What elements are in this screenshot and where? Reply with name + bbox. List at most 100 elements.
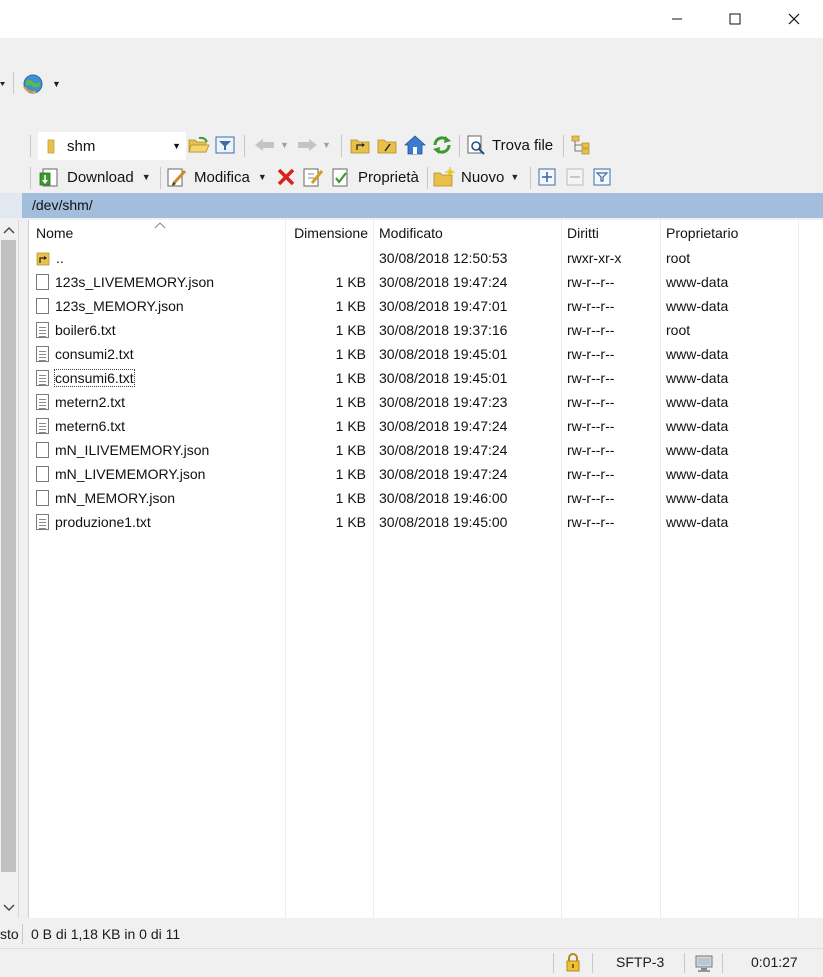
- dropdown-caret-fragment[interactable]: [0, 77, 6, 91]
- unselect-files-button[interactable]: [566, 161, 584, 193]
- file-name-cell[interactable]: metern2.txt: [36, 390, 284, 414]
- root-directory-icon: [377, 139, 397, 154]
- refresh-button[interactable]: [432, 129, 452, 161]
- scroll-down-chevron-icon[interactable]: [3, 904, 15, 912]
- edit-button[interactable]: Modifica ▼: [166, 161, 267, 193]
- file-modified: 30/08/2018 19:45:01: [379, 346, 508, 362]
- table-row[interactable]: 123s_LIVEMEMORY.json 1 KB 30/08/2018 19:47…: [29, 270, 823, 294]
- file-name-cell[interactable]: produzione1.txt: [36, 510, 284, 534]
- file-name-cell[interactable]: ..: [36, 246, 284, 270]
- folder-dropdown[interactable]: shm ▼: [38, 132, 186, 160]
- find-files-label: Trova file: [492, 136, 554, 154]
- edit-icon: [167, 168, 187, 187]
- maximize-button[interactable]: [706, 0, 764, 38]
- properties-button[interactable]: Proprietà: [330, 161, 419, 193]
- table-row[interactable]: metern6.txt 1 KB 30/08/2018 19:47:24 rw-r--…: [29, 414, 823, 438]
- file-name: mN_ILIVEMEMORY.json: [55, 442, 210, 458]
- current-path: /dev/shm/: [32, 197, 93, 213]
- close-button[interactable]: [765, 0, 823, 38]
- new-button[interactable]: Nuovo ▼: [433, 161, 519, 193]
- column-header-size-label: Dimensione: [294, 225, 368, 241]
- status-bar-connection: SFTP-3 0:01:27: [0, 948, 823, 977]
- column-header-size[interactable]: Dimensione: [285, 220, 368, 246]
- file-name-cell[interactable]: mN_LIVEMEMORY.json: [36, 462, 284, 486]
- file-modified: 30/08/2018 19:47:01: [379, 298, 508, 314]
- toolbar-separator: [13, 72, 14, 94]
- new-dropdown-chevron-icon[interactable]: ▼: [510, 172, 519, 182]
- file-modified: 30/08/2018 19:46:00: [379, 490, 508, 506]
- selection-status: 0 B di 1,18 KB in 0 di 11: [31, 926, 181, 942]
- file-size: 1 KB: [335, 490, 366, 506]
- table-row[interactable]: mN_ILIVEMEMORY.json 1 KB 30/08/2018 19:47:…: [29, 438, 823, 462]
- table-row[interactable]: produzione1.txt 1 KB 30/08/2018 19:45:00 rw…: [29, 510, 823, 534]
- rename-button[interactable]: [302, 161, 324, 193]
- file-icon: [36, 274, 49, 290]
- file-name-cell[interactable]: boiler6.txt: [36, 318, 284, 342]
- file-owner: www-data: [666, 298, 729, 314]
- delete-button[interactable]: [276, 161, 296, 193]
- minimize-icon: [672, 18, 682, 20]
- file-size: 1 KB: [335, 394, 366, 410]
- back-button[interactable]: ▼: [254, 129, 289, 161]
- file-modified: 30/08/2018 19:47:23: [379, 394, 508, 410]
- column-header-owner-label: Proprietario: [666, 225, 739, 241]
- root-directory-button[interactable]: [377, 129, 397, 161]
- file-icon: [36, 466, 49, 482]
- file-name: mN_MEMORY.json: [55, 490, 176, 506]
- lock-icon[interactable]: [565, 953, 581, 972]
- file-name: 123s_LIVEMEMORY.json: [55, 274, 215, 290]
- minimize-button[interactable]: [648, 0, 706, 38]
- column-header-rights[interactable]: Diritti: [567, 220, 657, 246]
- file-name-cell[interactable]: consumi2.txt: [36, 342, 284, 366]
- table-row[interactable]: consumi6.txt 1 KB 30/08/2018 19:45:01 rw-r-…: [29, 366, 823, 390]
- scroll-up-chevron-icon[interactable]: [3, 226, 15, 234]
- column-header-name[interactable]: Nome: [36, 220, 284, 246]
- tree-view-button[interactable]: [571, 129, 593, 161]
- column-header-name-label: Nome: [36, 225, 74, 241]
- file-name-cell[interactable]: 123s_MEMORY.json: [36, 294, 284, 318]
- parent-directory-icon: [36, 252, 50, 266]
- table-row[interactable]: .. 30/08/2018 12:50:53 rwxr-xr-x root: [29, 246, 823, 270]
- file-name: metern2.txt: [55, 394, 126, 410]
- table-row[interactable]: mN_MEMORY.json 1 KB 30/08/2018 19:46:00 rw-…: [29, 486, 823, 510]
- table-row[interactable]: boiler6.txt 1 KB 30/08/2018 19:37:16 rw-r--…: [29, 318, 823, 342]
- download-dropdown-chevron-icon[interactable]: ▼: [142, 172, 151, 182]
- filter-button[interactable]: [215, 129, 235, 161]
- file-name: metern6.txt: [55, 418, 126, 434]
- parent-directory-button[interactable]: [350, 129, 370, 161]
- column-header-modified[interactable]: Modificato: [379, 220, 559, 246]
- table-row[interactable]: mN_LIVEMEMORY.json 1 KB 30/08/2018 19:47:2…: [29, 462, 823, 486]
- file-modified: 30/08/2018 19:45:00: [379, 514, 508, 530]
- select-files-button[interactable]: [538, 161, 556, 193]
- table-row[interactable]: metern2.txt 1 KB 30/08/2018 19:47:23 rw-r--…: [29, 390, 823, 414]
- file-rights: rw-r--r--: [567, 298, 615, 314]
- file-name-cell[interactable]: mN_ILIVEMEMORY.json: [36, 438, 284, 462]
- table-row[interactable]: 123s_MEMORY.json 1 KB 30/08/2018 19:47:01 r…: [29, 294, 823, 318]
- file-name-cell[interactable]: consumi6.txt: [36, 366, 284, 390]
- file-name: 123s_MEMORY.json: [55, 298, 184, 314]
- file-icon: [36, 490, 49, 506]
- edit-dropdown-chevron-icon[interactable]: ▼: [258, 172, 267, 182]
- column-header-owner[interactable]: Proprietario: [666, 220, 796, 246]
- delete-icon: [277, 168, 295, 186]
- file-name-cell[interactable]: 123s_LIVEMEMORY.json: [36, 270, 284, 294]
- file-name-cell[interactable]: metern6.txt: [36, 414, 284, 438]
- left-panel-scrollbar[interactable]: [0, 220, 19, 918]
- table-row[interactable]: consumi2.txt 1 KB 30/08/2018 19:45:01 rw-r-…: [29, 342, 823, 366]
- file-owner: www-data: [666, 394, 729, 410]
- open-directory-button[interactable]: [188, 129, 210, 161]
- scrollbar-thumb[interactable]: [1, 240, 16, 872]
- select-plus-icon: [538, 168, 556, 186]
- home-button[interactable]: [404, 129, 426, 161]
- forward-button[interactable]: ▼: [296, 129, 331, 161]
- session-globe-button[interactable]: ▼: [22, 72, 62, 96]
- download-button[interactable]: Download ▼: [39, 161, 151, 193]
- find-files-button[interactable]: Trova file: [466, 129, 553, 161]
- filter-select-button[interactable]: [593, 161, 611, 193]
- maximize-icon: [729, 13, 741, 25]
- text-file-icon: [36, 418, 49, 434]
- file-modified: 30/08/2018 19:47:24: [379, 466, 508, 482]
- file-name-cell[interactable]: mN_MEMORY.json: [36, 486, 284, 510]
- file-owner: www-data: [666, 442, 729, 458]
- file-size: 1 KB: [335, 514, 366, 530]
